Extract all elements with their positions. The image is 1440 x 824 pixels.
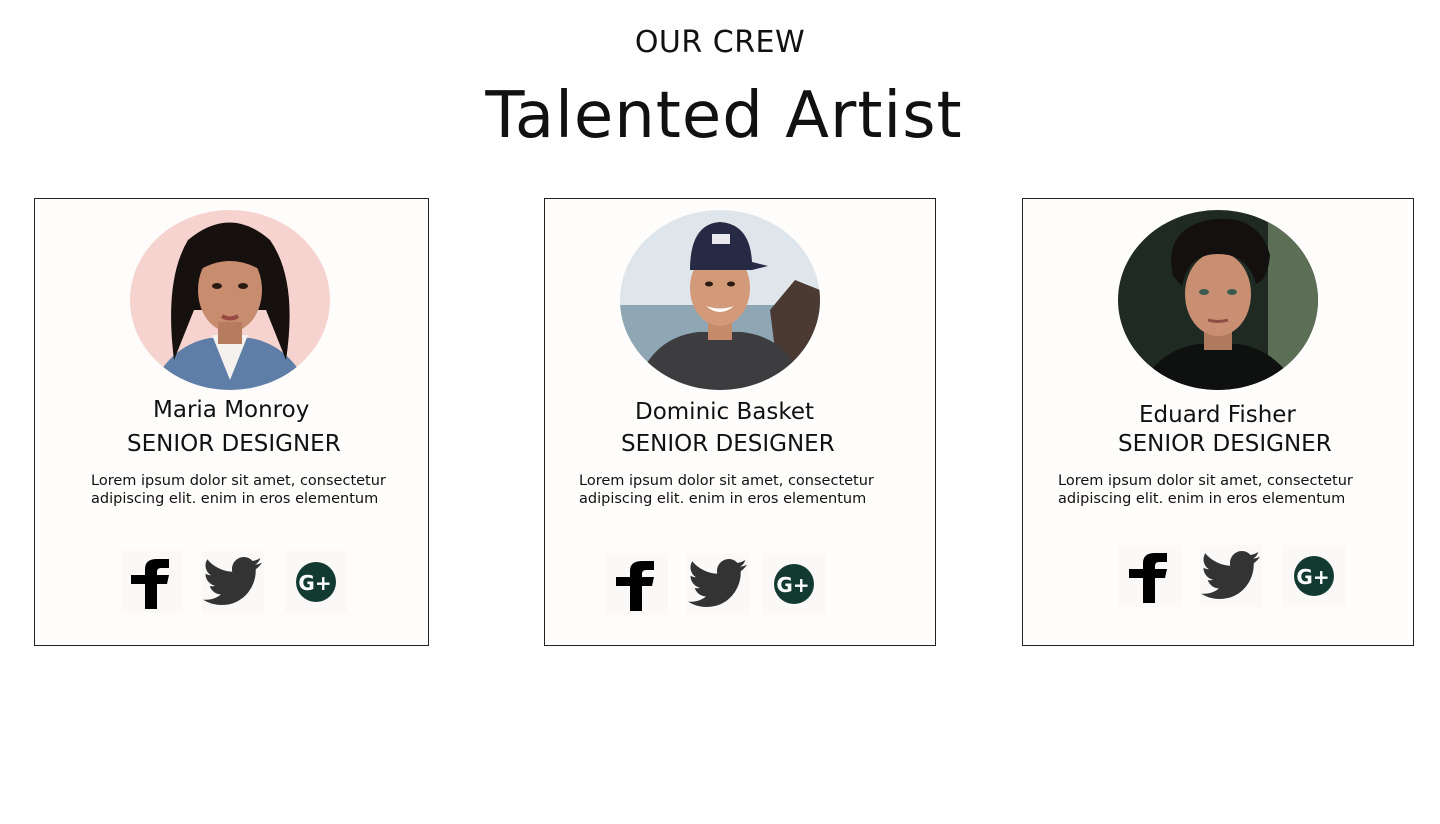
team-card: Maria Monroy SENIOR DESIGNER Lorem ipsum… [34, 198, 429, 646]
avatar [1118, 210, 1318, 390]
section-title: Talented Artist [485, 79, 963, 153]
facebook-icon[interactable] [1119, 545, 1181, 607]
google-plus-icon[interactable]: G+ [285, 551, 347, 613]
member-role: SENIOR DESIGNER [621, 431, 835, 457]
svg-text:G+: G+ [776, 573, 809, 597]
twitter-icon[interactable] [687, 553, 749, 615]
portrait-photo [1118, 210, 1318, 390]
google-plus-icon[interactable]: G+ [1283, 545, 1345, 607]
facebook-icon[interactable] [606, 553, 668, 615]
portrait-photo [620, 210, 820, 390]
member-role: SENIOR DESIGNER [1118, 431, 1332, 457]
member-name: Maria Monroy [153, 397, 310, 423]
section-eyebrow: OUR CREW [634, 25, 806, 60]
team-page: OUR CREW Talented Artist Maria Monroy SE… [0, 0, 1440, 824]
member-bio: Lorem ipsum dolor sit amet, consectetur … [1058, 473, 1353, 507]
member-role: SENIOR DESIGNER [127, 431, 341, 457]
svg-text:G+: G+ [1296, 565, 1329, 589]
member-name: Dominic Basket [635, 399, 815, 425]
team-card: Dominic Basket SENIOR DESIGNER Lorem ips… [544, 198, 936, 646]
twitter-icon[interactable] [1200, 545, 1262, 607]
google-plus-icon[interactable]: G+ [763, 553, 825, 615]
avatar [130, 210, 330, 390]
team-card: Eduard Fisher SENIOR DESIGNER Lorem ipsu… [1022, 198, 1414, 646]
twitter-icon[interactable] [202, 551, 264, 613]
member-bio: Lorem ipsum dolor sit amet, consectetur … [579, 473, 874, 507]
avatar [620, 210, 820, 390]
svg-text:G+: G+ [298, 571, 331, 595]
member-bio: Lorem ipsum dolor sit amet, consectetur … [91, 473, 386, 507]
member-name: Eduard Fisher [1139, 402, 1296, 428]
facebook-icon[interactable] [121, 551, 183, 613]
portrait-photo [130, 210, 330, 390]
